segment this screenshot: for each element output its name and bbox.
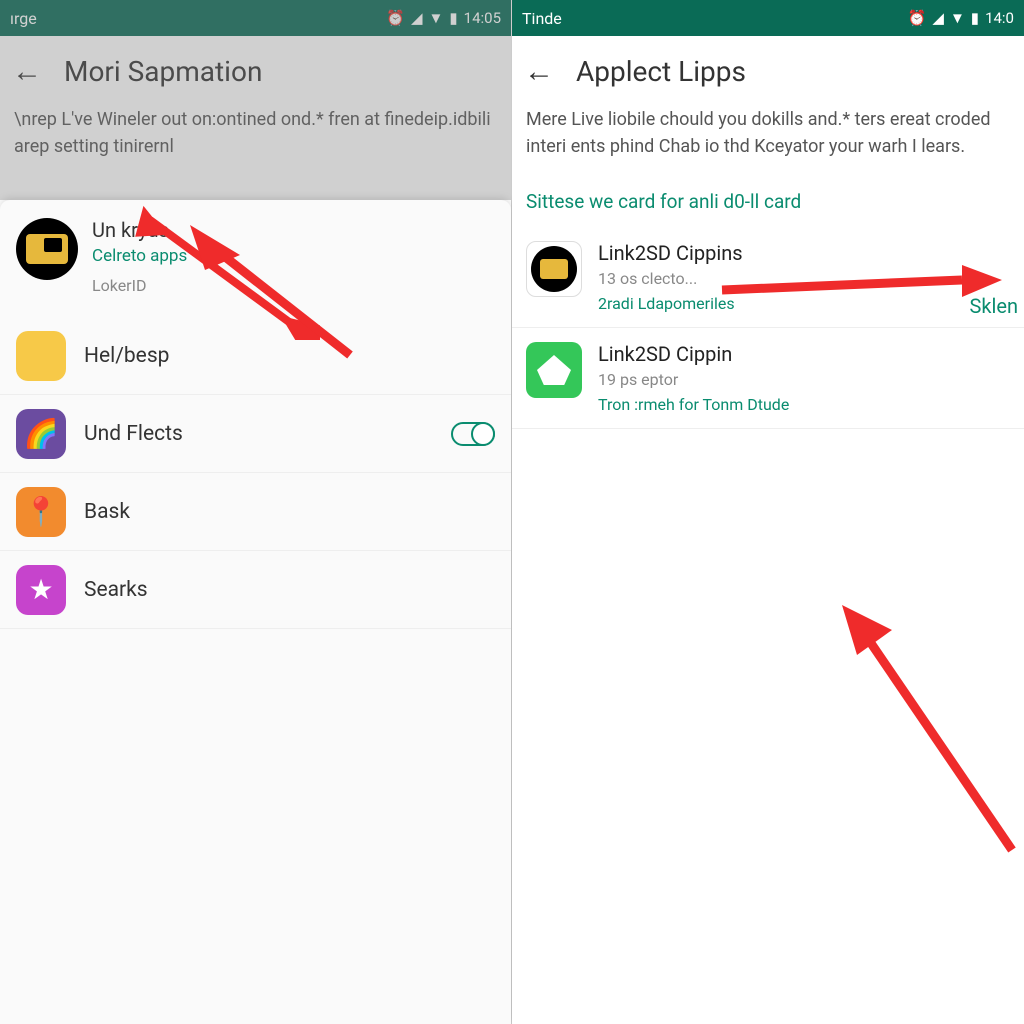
signal-icon: ◢: [932, 9, 944, 27]
status-bar-right: Tinde ⏰ ◢ ▼ ▮ 14:0: [512, 0, 1024, 36]
bottom-sheet: Un kryds Celreto apps LokerID Hel/besp 🌈…: [0, 200, 511, 1024]
battery-icon: ▮: [449, 9, 457, 27]
app-list-item[interactable]: Link2SD Cippins 13 os clecto... 2radi Ld…: [512, 227, 1024, 328]
sheet-header[interactable]: Un kryds Celreto apps LokerID: [0, 200, 511, 307]
left-panel: ırge ⏰ ◢ ▼ ▮ 14:05 ← Mori Sapmation \nre…: [0, 0, 512, 1024]
list-label: Hel/besp: [84, 344, 495, 368]
back-icon[interactable]: ←: [524, 54, 554, 89]
annotation-arrow-right-bottom: [822, 600, 1024, 860]
side-action-label[interactable]: Sklen: [963, 290, 1024, 322]
signal-icon: ◢: [411, 9, 423, 27]
app-list-left: Hel/besp 🌈 Und Flects 📍 Bask ★ Searks: [0, 317, 511, 629]
page-title-right: Applect Lipps: [576, 55, 746, 88]
section-header: Sittese we card for anli d0-ll card: [512, 170, 1024, 227]
app-sub: 13 os clecto...: [598, 269, 1010, 288]
app-icon-link2sd: [526, 241, 582, 297]
status-icons: ⏰ ◢ ▼ ▮ 14:05: [386, 9, 501, 27]
wifi-icon: ▼: [429, 9, 444, 27]
list-item[interactable]: 📍 Bask: [0, 473, 511, 551]
back-icon[interactable]: ←: [12, 54, 42, 89]
carrier-label: ırge: [10, 9, 37, 28]
alarm-icon: ⏰: [386, 9, 405, 27]
list-label: Searks: [84, 578, 495, 602]
header-left: ← Mori Sapmation: [0, 36, 511, 106]
sheet-app-sub: Celreto apps: [92, 246, 495, 266]
description-left: \nrep L've Wineler out on:ontined ond.* …: [0, 106, 511, 170]
app-link: Tron :rmeh for Tonm Dtude: [598, 395, 1010, 414]
wifi-icon: ▼: [950, 9, 965, 27]
page-title-left: Mori Sapmation: [64, 55, 262, 88]
app-icon-green: [526, 342, 582, 398]
app-sub: 19 ps eptor: [598, 370, 1010, 389]
rainbow-icon: 🌈: [16, 409, 66, 459]
carrier-label: Tinde: [522, 9, 562, 28]
sheet-app-icon: [16, 218, 78, 280]
pin-icon: 📍: [16, 487, 66, 537]
header-right: ← Applect Lipps: [512, 36, 1024, 106]
app-link: 2radi Ldapomeriles: [598, 294, 1010, 313]
list-label: Und Flects: [84, 422, 433, 446]
description-right: Mere Live liobile chould you dokills and…: [512, 106, 1024, 170]
list-item[interactable]: 🌈 Und Flects: [0, 395, 511, 473]
app-name: Link2SD Cippin: [598, 342, 1010, 366]
right-panel: Tinde ⏰ ◢ ▼ ▮ 14:0 ← Applect Lipps Mere …: [512, 0, 1024, 1024]
list-label: Bask: [84, 500, 495, 524]
list-item[interactable]: Hel/besp: [0, 317, 511, 395]
status-icons: ⏰ ◢ ▼ ▮ 14:0: [908, 9, 1014, 27]
app-name: Link2SD Cippins: [598, 241, 1010, 265]
time-label: 14:05: [464, 9, 501, 27]
alarm-icon: ⏰: [908, 9, 927, 27]
battery-icon: ▮: [971, 9, 979, 27]
apple-icon: [16, 331, 66, 381]
sheet-app-name: Un kryds: [92, 218, 495, 242]
star-icon: ★: [16, 565, 66, 615]
list-item[interactable]: ★ Searks: [0, 551, 511, 629]
time-label: 14:0: [985, 9, 1014, 27]
toggle-switch[interactable]: [451, 422, 495, 446]
app-list-item[interactable]: Link2SD Cippin 19 ps eptor Tron :rmeh fo…: [512, 328, 1024, 429]
status-bar-left: ırge ⏰ ◢ ▼ ▮ 14:05: [0, 0, 511, 36]
sheet-app-meta: LokerID: [92, 276, 495, 295]
